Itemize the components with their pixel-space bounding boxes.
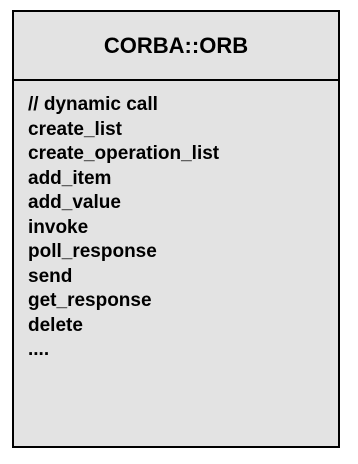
member-invoke: invoke <box>28 216 89 238</box>
class-members-compartment: // dynamic call create_list create_opera… <box>14 81 338 363</box>
member-create-list: create_list <box>28 118 123 140</box>
member-delete: delete <box>28 314 83 336</box>
member-ellipsis: .... <box>28 339 50 360</box>
uml-class-box: CORBA::ORB // dynamic call create_list c… <box>12 10 340 448</box>
member-create-operation-list: create_operation_list <box>28 143 220 164</box>
member-add-item: add_item <box>28 167 112 189</box>
member-send: send <box>28 265 73 287</box>
member-comment-dynamic-call: // dynamic call <box>28 94 158 115</box>
member-add-value: add_value <box>28 192 121 213</box>
class-header: CORBA::ORB <box>14 12 338 81</box>
class-name: CORBA::ORB <box>103 32 249 58</box>
member-get-response: get_response <box>28 290 152 311</box>
member-poll-response: poll_response <box>28 241 157 262</box>
